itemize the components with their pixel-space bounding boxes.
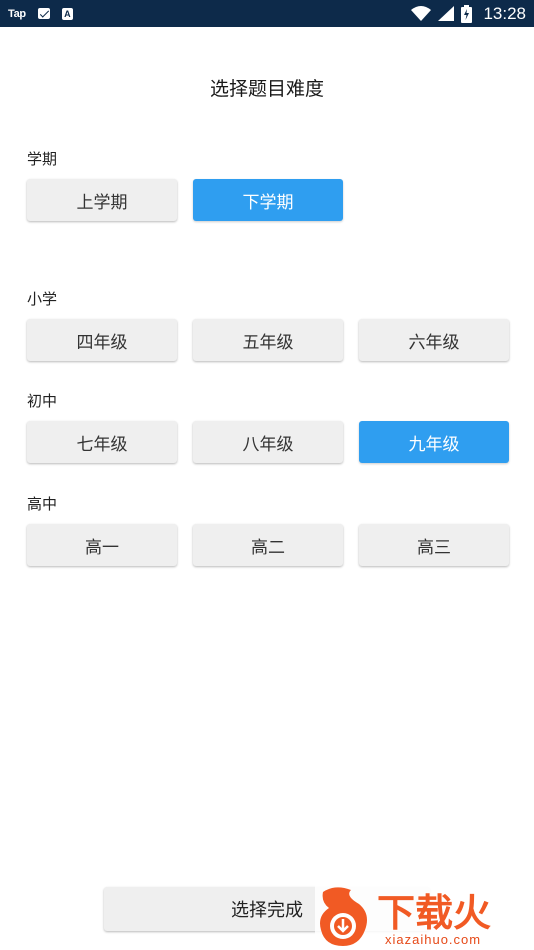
grade-9-button[interactable]: 九年级 xyxy=(359,421,509,463)
grade-4-button[interactable]: 四年级 xyxy=(27,319,177,361)
watermark-domain: xiazaihuo.com xyxy=(385,932,482,947)
wifi-icon xyxy=(411,6,432,21)
junior-high-label: 初中 xyxy=(27,392,58,410)
senior-grade-1-button[interactable]: 高一 xyxy=(27,524,177,566)
text-a-icon: A xyxy=(61,7,73,20)
watermark-brand: 下载火 xyxy=(377,891,491,935)
grade-5-button[interactable]: 五年级 xyxy=(193,319,343,361)
senior-high-label: 高中 xyxy=(27,495,58,513)
mail-icon xyxy=(37,8,50,19)
battery-charging-icon xyxy=(461,4,473,23)
grade-6-button[interactable]: 六年级 xyxy=(359,319,509,361)
status-bar-left: Tap A xyxy=(8,0,73,27)
semester-label: 学期 xyxy=(27,150,58,168)
clock: 13:28 xyxy=(483,3,526,23)
tap-app-label: Tap xyxy=(8,7,26,20)
cell-signal-icon xyxy=(438,6,455,21)
status-bar-right: 13:28 xyxy=(411,0,526,27)
status-bar: Tap A 13:28 xyxy=(0,0,534,27)
primary-school-label: 小学 xyxy=(27,290,58,308)
semester-first-button[interactable]: 上学期 xyxy=(27,179,177,221)
grade-8-button[interactable]: 八年级 xyxy=(193,421,343,463)
semester-second-button[interactable]: 下学期 xyxy=(193,179,343,221)
senior-grade-2-button[interactable]: 高二 xyxy=(193,524,343,566)
grade-7-button[interactable]: 七年级 xyxy=(27,421,177,463)
page-title: 选择题目难度 xyxy=(209,78,324,100)
senior-grade-3-button[interactable]: 高三 xyxy=(359,524,509,566)
